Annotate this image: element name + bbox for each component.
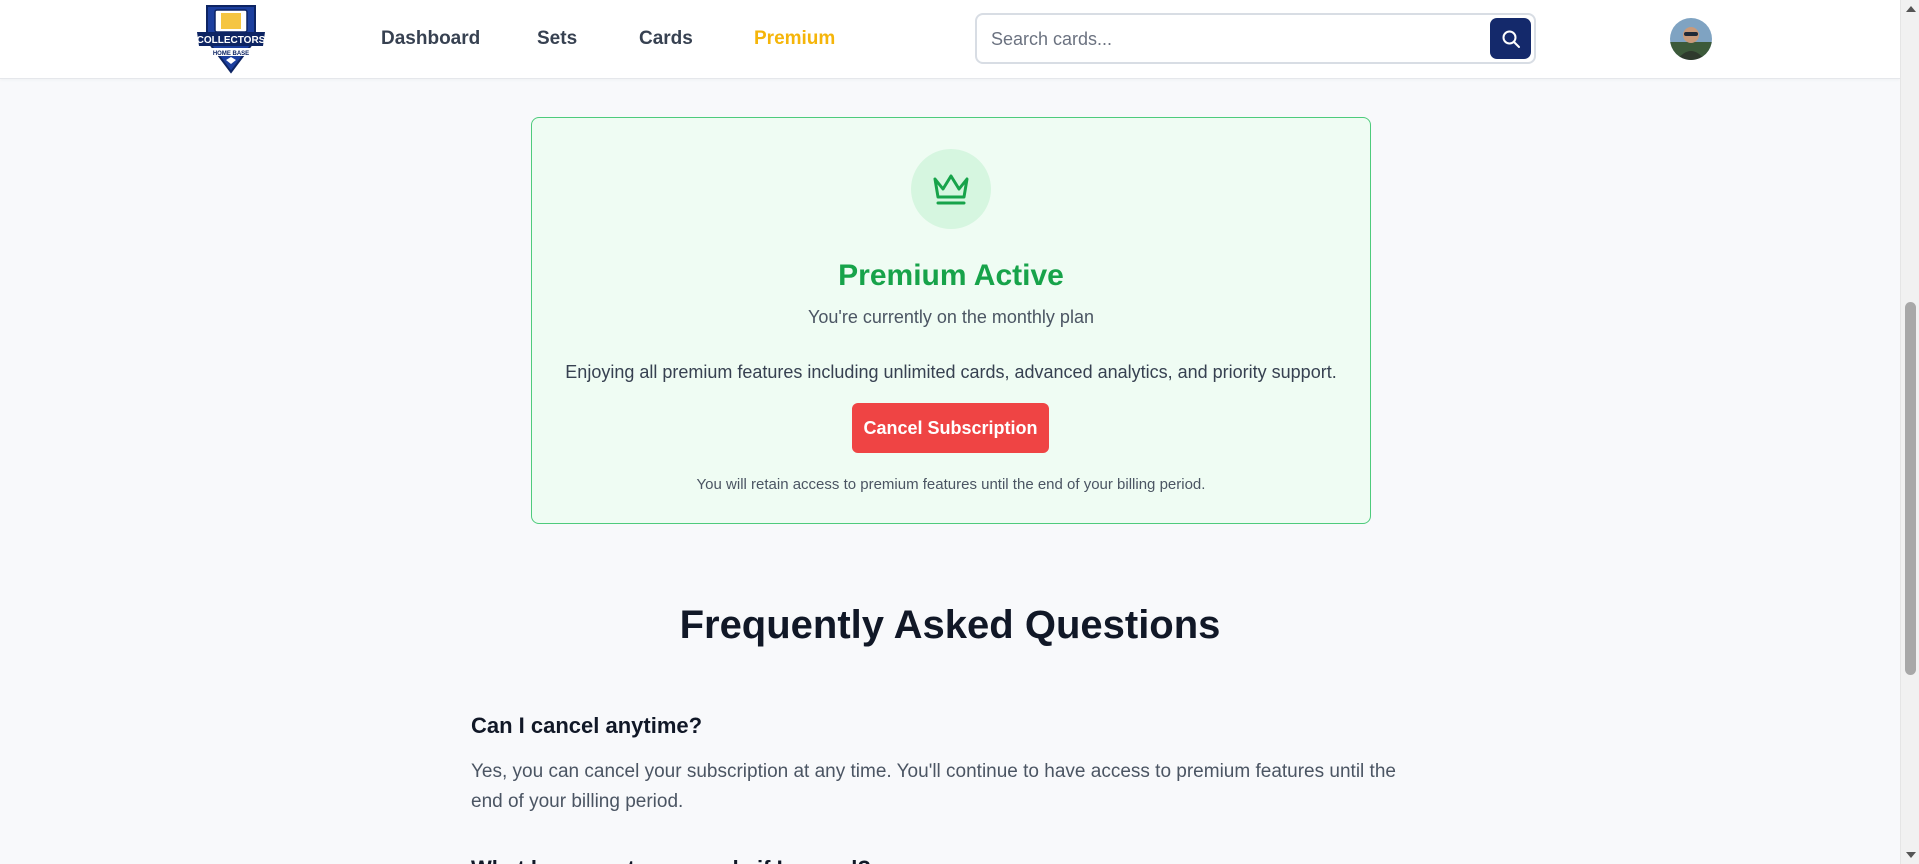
page-scrollbar[interactable] (1900, 0, 1919, 864)
user-avatar[interactable] (1670, 18, 1712, 60)
scroll-up-arrow-icon[interactable] (1906, 6, 1916, 12)
faq-answer: Yes, you can cancel your subscription at… (471, 761, 1396, 812)
nav-dashboard[interactable]: Dashboard (381, 28, 480, 50)
premium-description: Enjoying all premium features including … (565, 362, 1337, 382)
search-button[interactable] (1490, 18, 1531, 59)
billing-note: You will retain access to premium featur… (696, 476, 1206, 493)
faq-question: What happens to my cards if I cancel? (471, 856, 871, 864)
scroll-down-arrow-icon[interactable] (1906, 852, 1916, 858)
search-bar (975, 13, 1536, 64)
collectors-home-base-logo[interactable]: COLLECTORS HOME BASE (193, 2, 269, 74)
logo-text-collectors: COLLECTORS (197, 35, 266, 46)
crown-icon (933, 174, 969, 205)
top-navbar: COLLECTORS HOME BASE Dashboard Sets Card… (0, 0, 1900, 79)
crown-icon-badge (911, 149, 991, 229)
premium-status-title: Premium Active (838, 259, 1064, 292)
premium-status-card: Premium Active You're currently on the m… (531, 117, 1371, 524)
faq-question: Can I cancel anytime? (471, 713, 703, 738)
cancel-subscription-button[interactable]: Cancel Subscription (852, 403, 1049, 453)
page: COLLECTORS HOME BASE Dashboard Sets Card… (0, 0, 1919, 864)
plan-subtitle: You're currently on the monthly plan (808, 307, 1094, 327)
nav-premium[interactable]: Premium (754, 28, 835, 50)
nav-cards[interactable]: Cards (639, 28, 693, 50)
search-icon (1502, 30, 1520, 48)
faq-title: Frequently Asked Questions (679, 603, 1221, 647)
nav-sets[interactable]: Sets (537, 28, 577, 50)
search-input[interactable] (991, 25, 1461, 53)
logo-text-home-base: HOME BASE (213, 51, 249, 57)
scrollbar-thumb[interactable] (1905, 302, 1916, 675)
